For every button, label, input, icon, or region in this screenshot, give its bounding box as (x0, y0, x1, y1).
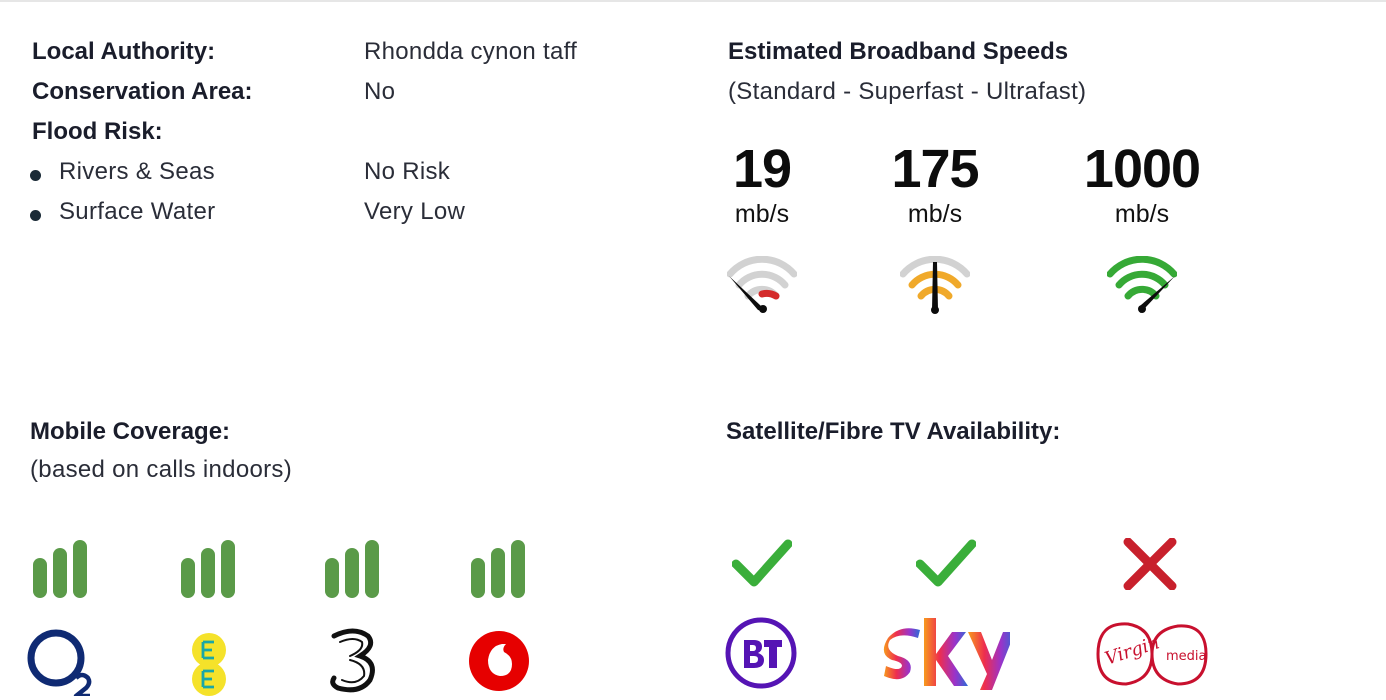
three-logo-icon (330, 628, 375, 693)
speed-standard-value: 19 (732, 139, 792, 199)
mobile-coverage-subtitle: (based on calls indoors) (30, 456, 293, 483)
flood-rivers-seas-value: No Risk (364, 158, 451, 185)
local-authority-value: Rhondda cynon taff (364, 38, 578, 65)
tv-availability-title: Satellite/Fibre TV Availability: (726, 418, 1061, 445)
tick-icon (732, 539, 792, 587)
flood-surface-water-label: Surface Water (59, 198, 216, 225)
speed-ultrafast-unit: mb/s (1114, 200, 1170, 228)
broadband-subtitle: (Standard - Superfast - Ultrafast) (728, 78, 1087, 105)
bullet-icon (30, 210, 41, 221)
signal-bars-icon (33, 540, 87, 598)
speedometer-red-icon (727, 256, 797, 313)
sky-logo-icon (883, 618, 1010, 690)
signal-bars-icon (181, 540, 235, 598)
flood-rivers-seas-label: Rivers & Seas (59, 158, 215, 185)
bullet-icon (30, 170, 41, 181)
speed-standard-unit: mb/s (734, 200, 790, 228)
speed-superfast-unit: mb/s (907, 200, 963, 228)
speedometer-amber-icon (900, 256, 970, 314)
tick-icon (916, 539, 976, 587)
top-divider (0, 0, 1386, 2)
speedometer-green-icon (1107, 256, 1177, 313)
ee-logo-icon (192, 633, 226, 696)
conservation-area-label: Conservation Area: (32, 78, 253, 105)
broadband-title: Estimated Broadband Speeds (728, 38, 1069, 65)
vodafone-logo-icon (469, 631, 529, 691)
o2-logo-icon (27, 629, 92, 696)
bt-logo-icon (725, 617, 797, 689)
speed-superfast-value: 175 (891, 139, 979, 199)
mobile-coverage-title: Mobile Coverage: (30, 418, 231, 445)
flood-surface-water-value: Very Low (364, 198, 466, 225)
conservation-area-value: No (364, 78, 396, 105)
signal-bars-icon (471, 540, 525, 598)
cross-icon (1123, 538, 1177, 590)
local-authority-label: Local Authority: (32, 38, 216, 65)
flood-risk-label: Flood Risk: (32, 118, 163, 145)
svg-text:media: media (1166, 649, 1207, 664)
signal-bars-icon (325, 540, 379, 598)
speed-ultrafast-value: 1000 (1083, 139, 1201, 199)
virgin-media-logo-icon: Virgin media (1096, 622, 1208, 686)
